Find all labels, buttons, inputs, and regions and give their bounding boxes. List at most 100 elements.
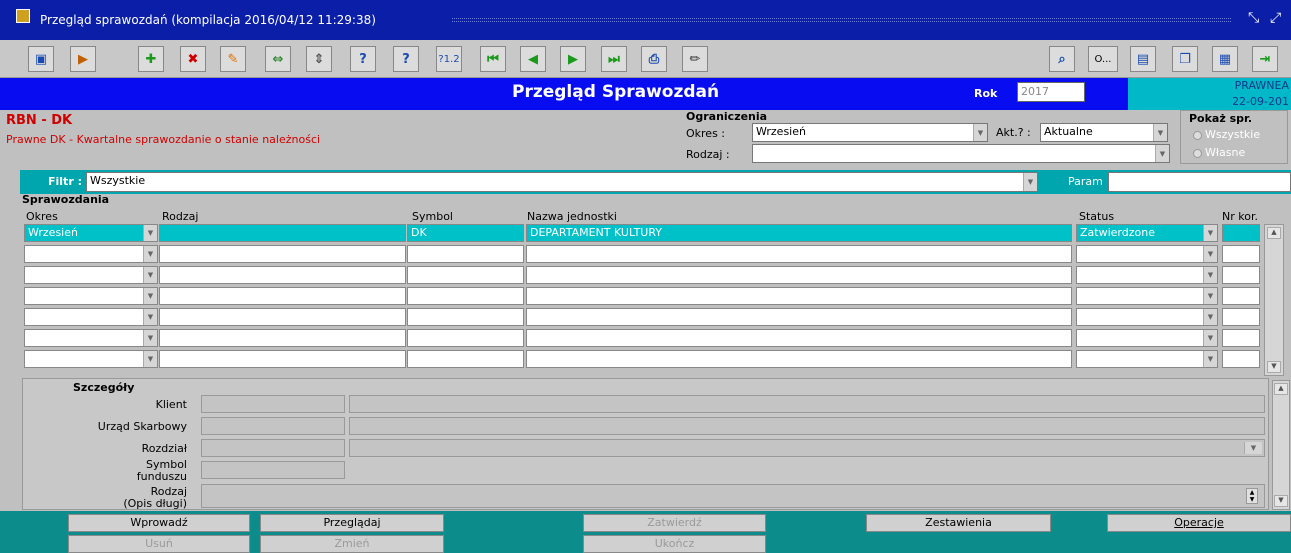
chevron-down-icon[interactable]: ▼	[143, 225, 157, 241]
cell-okres[interactable]: ▼	[24, 350, 158, 368]
operacje-button[interactable]: Operacje	[1107, 514, 1291, 532]
cell-rodzaj[interactable]	[159, 350, 406, 368]
zatwierdz-button[interactable]: Zatwierdź	[583, 514, 766, 532]
cell-status[interactable]: ▼	[1076, 308, 1218, 326]
chevron-down-icon[interactable]: ▼	[1203, 267, 1217, 283]
cell-rodzaj[interactable]	[159, 287, 406, 305]
calc-icon[interactable]: ▦	[1212, 46, 1238, 72]
cell-rodzaj[interactable]	[159, 245, 406, 263]
cell-nazwa[interactable]	[526, 329, 1072, 347]
cell-nrkor[interactable]	[1222, 329, 1260, 347]
cell-status[interactable]: ▼	[1076, 245, 1218, 263]
chevron-down-icon[interactable]: ▼	[1244, 442, 1262, 454]
collapse-icon[interactable]: ⇕	[306, 46, 332, 72]
cell-rodzaj[interactable]	[159, 308, 406, 326]
rodzaj-opis-field[interactable]: ▲ ▼	[201, 484, 1265, 508]
chevron-down-icon[interactable]: ▼	[143, 330, 157, 346]
restore-icon[interactable]: ⤢	[1270, 10, 1281, 26]
scroll-down-icon[interactable]: ▼	[1267, 361, 1281, 373]
cell-rodzaj[interactable]	[159, 224, 406, 242]
cell-nrkor[interactable]	[1222, 224, 1260, 242]
doc-icon[interactable]: ▤	[1130, 46, 1156, 72]
edit-icon[interactable]: ✎	[220, 46, 246, 72]
radio-wszystkie[interactable]: Wszystkie	[1193, 128, 1260, 141]
chevron-down-icon[interactable]: ▼	[1203, 309, 1217, 325]
wprowadz-button[interactable]: Wprowadź	[68, 514, 250, 532]
usun-button[interactable]: Usuń	[68, 535, 250, 553]
chevron-down-icon[interactable]: ▼	[973, 124, 987, 141]
cell-nrkor[interactable]	[1222, 350, 1260, 368]
zmien-button[interactable]: Zmień	[260, 535, 444, 553]
chevron-down-icon[interactable]: ▼	[1203, 246, 1217, 262]
cell-status[interactable]: ▼	[1076, 329, 1218, 347]
cell-okres[interactable]: ▼	[24, 308, 158, 326]
spinner-icon[interactable]: ▲ ▼	[1246, 488, 1258, 504]
scroll-up-icon[interactable]: ▲	[1267, 227, 1281, 239]
cell-nazwa[interactable]	[526, 350, 1072, 368]
klient-name-field[interactable]	[349, 395, 1265, 413]
cell-symbol[interactable]	[407, 287, 524, 305]
chevron-down-icon[interactable]: ▼	[1203, 288, 1217, 304]
more-button[interactable]: O...	[1088, 46, 1118, 72]
grid-scrollbar[interactable]: ▲ ▼	[1264, 224, 1284, 376]
urzad-name-field[interactable]	[349, 417, 1265, 435]
preview-icon[interactable]: ⌕	[1049, 46, 1075, 72]
cell-nrkor[interactable]	[1222, 245, 1260, 263]
cell-symbol[interactable]	[407, 266, 524, 284]
przegladaj-button[interactable]: Przeglądaj	[260, 514, 444, 532]
rozdzial-code-field[interactable]	[201, 439, 345, 457]
rozdzial-select[interactable]: ▼	[349, 439, 1265, 457]
next-record-icon[interactable]: ▶	[560, 46, 586, 72]
scroll-down-icon[interactable]: ▼	[1274, 495, 1288, 507]
last-record-icon[interactable]: ⏭	[601, 46, 627, 72]
cell-rodzaj[interactable]	[159, 266, 406, 284]
cell-okres[interactable]: ▼	[24, 266, 158, 284]
first-record-icon[interactable]: ⏮	[480, 46, 506, 72]
cell-status[interactable]: ▼	[1076, 266, 1218, 284]
help-icon[interactable]: ?	[350, 46, 376, 72]
urzad-code-field[interactable]	[201, 417, 345, 435]
chevron-down-icon[interactable]: ▼	[1023, 173, 1037, 191]
cell-status[interactable]: ▼	[1076, 350, 1218, 368]
cell-nrkor[interactable]	[1222, 266, 1260, 284]
copy-icon[interactable]: ❐	[1172, 46, 1198, 72]
cell-symbol[interactable]: DK	[407, 224, 524, 242]
chevron-down-icon[interactable]: ▼	[143, 246, 157, 262]
cell-rodzaj[interactable]	[159, 329, 406, 347]
rok-field[interactable]: 2017	[1017, 82, 1085, 102]
zestawienia-button[interactable]: Zestawienia	[866, 514, 1051, 532]
chevron-down-icon[interactable]: ▼	[143, 267, 157, 283]
add-icon[interactable]: ✚	[138, 46, 164, 72]
chevron-down-icon[interactable]: ▼	[143, 288, 157, 304]
chevron-down-icon[interactable]: ▼	[1153, 124, 1167, 141]
scroll-up-icon[interactable]: ▲	[1274, 383, 1288, 395]
cell-nazwa[interactable]	[526, 245, 1072, 263]
help2-icon[interactable]: ?	[393, 46, 419, 72]
details-scrollbar[interactable]: ▲ ▼	[1272, 380, 1290, 510]
cell-nazwa[interactable]	[526, 287, 1072, 305]
radio-wlasne[interactable]: Własne	[1193, 146, 1245, 159]
prev-record-icon[interactable]: ◀	[520, 46, 546, 72]
chevron-down-icon[interactable]: ▼	[1203, 351, 1217, 367]
exit-icon[interactable]: ⇥	[1252, 46, 1278, 72]
rodzaj-select[interactable]: ▼	[752, 144, 1170, 163]
next-icon[interactable]: ▶	[70, 46, 96, 72]
save-icon[interactable]: ▣	[28, 46, 54, 72]
akt-select[interactable]: Aktualne ▼	[1040, 123, 1168, 142]
chevron-down-icon[interactable]: ▼	[1203, 225, 1217, 241]
chevron-down-icon[interactable]: ▼	[1203, 330, 1217, 346]
chevron-down-icon[interactable]: ▼	[1155, 145, 1169, 162]
param-field[interactable]	[1108, 172, 1291, 192]
chevron-down-icon[interactable]: ▼	[143, 309, 157, 325]
cell-okres[interactable]: ▼	[24, 245, 158, 263]
cell-nrkor[interactable]	[1222, 308, 1260, 326]
help12-icon[interactable]: ?1.2	[436, 46, 462, 72]
cell-symbol[interactable]	[407, 350, 524, 368]
cell-nazwa[interactable]: DEPARTAMENT KULTURY	[526, 224, 1072, 242]
chevron-down-icon[interactable]: ▼	[143, 351, 157, 367]
minimize-icon[interactable]: ⤡	[1248, 10, 1259, 26]
delete-icon[interactable]: ✖	[180, 46, 206, 72]
cell-symbol[interactable]	[407, 329, 524, 347]
expand-icon[interactable]: ⇔	[265, 46, 291, 72]
ukoncz-button[interactable]: Ukończ	[583, 535, 766, 553]
